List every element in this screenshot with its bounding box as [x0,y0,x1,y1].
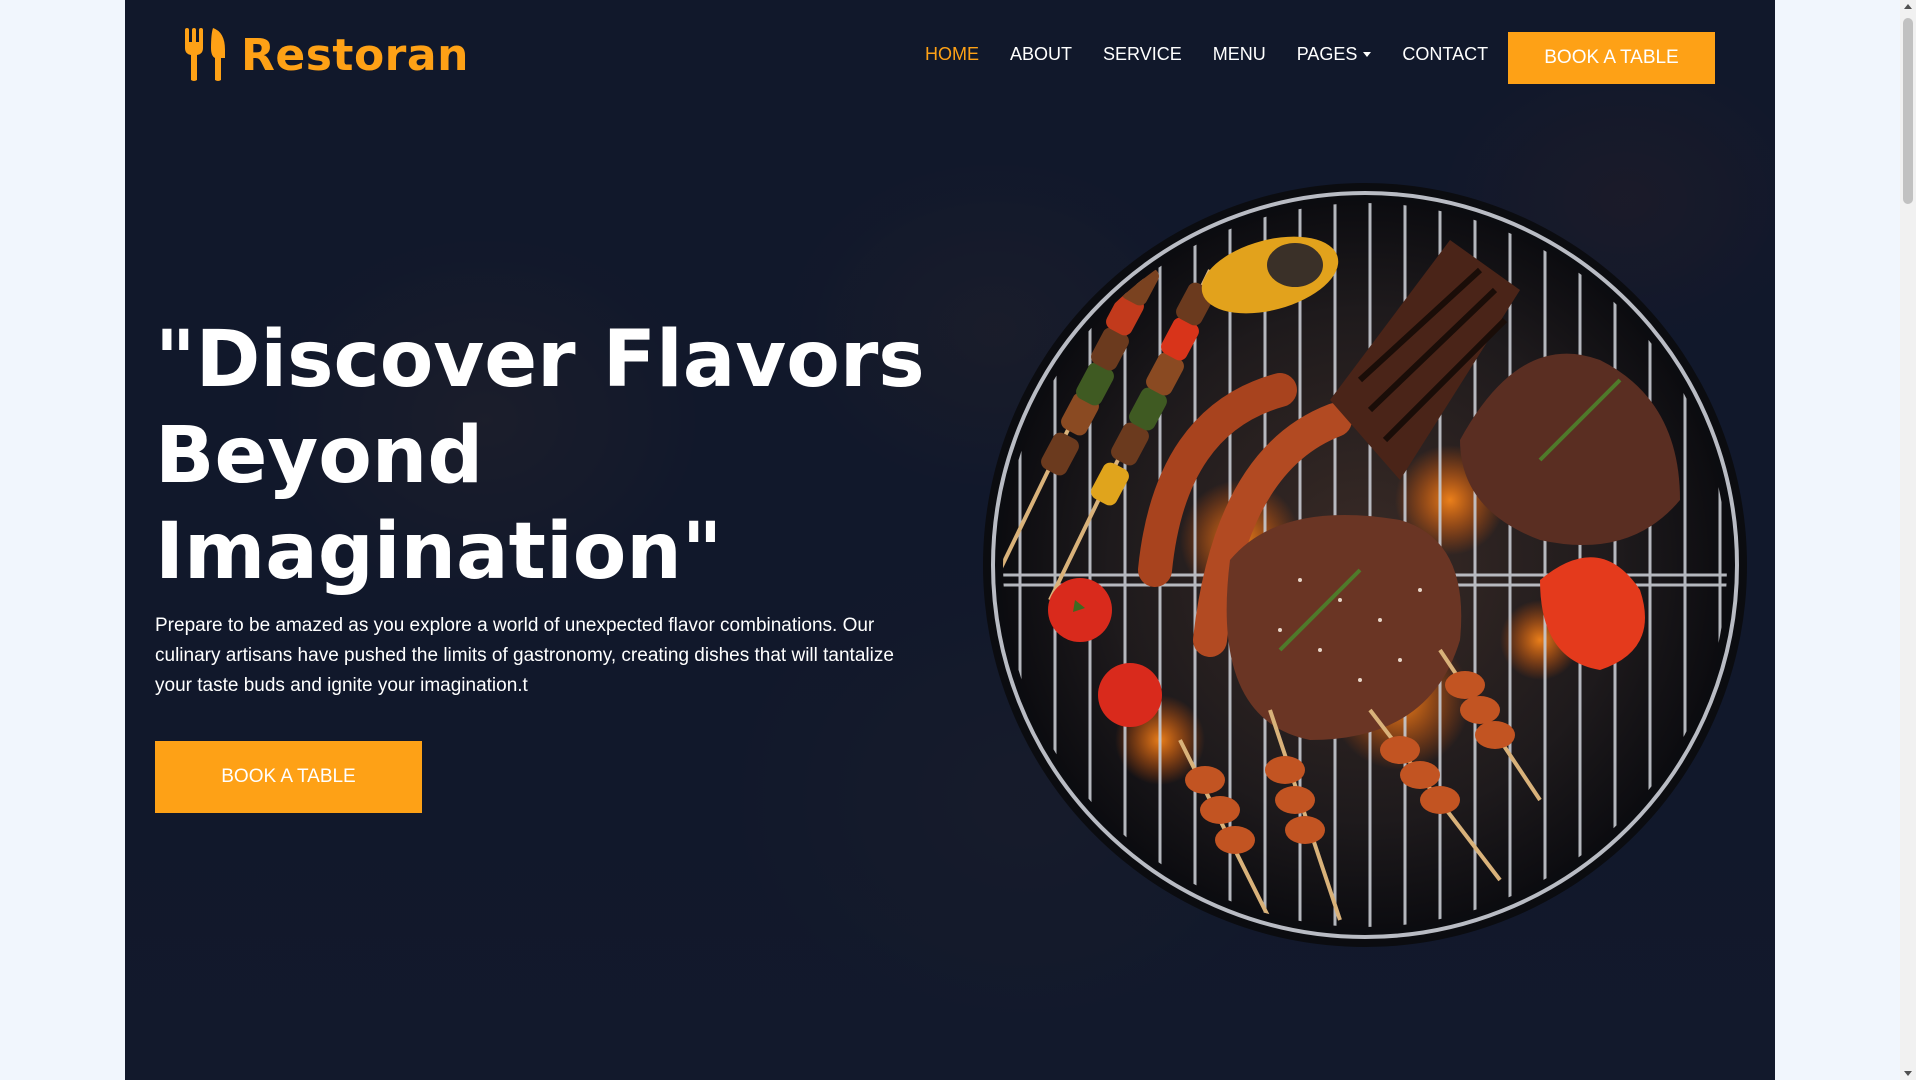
grill-image [983,183,1747,947]
nav-item-menu[interactable]: Menu [1213,44,1266,65]
scroll-thumb[interactable] [1903,18,1913,204]
nav-item-contact[interactable]: Contact [1402,44,1488,65]
nav-item-pages[interactable]: Pages [1297,44,1372,65]
hero-description: Prepare to be amazed as you explore a wo… [155,615,894,696]
hero-book-table-button[interactable]: Book A Table [155,741,422,813]
caret-down-icon [1363,52,1372,57]
nav-item-about[interactable]: About [1010,44,1072,65]
scroll-down-arrow-icon[interactable] [1904,1071,1912,1076]
scroll-up-arrow-icon[interactable] [1904,4,1912,9]
brand-name: Restoran [241,29,469,81]
nav-item-service[interactable]: Service [1103,44,1182,65]
utensils-icon [185,28,225,81]
hero-title: "Discover Flavors Beyond Imagination" [155,315,925,597]
hero-section: Restoran Home About Service Menu Pages C… [125,0,1775,1080]
nav-item-pages-label: Pages [1296,44,1358,64]
nav-menu: Home About Service Menu Pages Contact [925,44,1519,65]
navbar: Restoran Home About Service Menu Pages C… [125,0,1775,115]
page-scrollbar[interactable] [1900,0,1916,1080]
brand-logo[interactable]: Restoran [183,28,469,82]
nav-book-table-button[interactable]: Book A Table [1508,32,1715,84]
nav-item-home[interactable]: Home [925,44,979,65]
